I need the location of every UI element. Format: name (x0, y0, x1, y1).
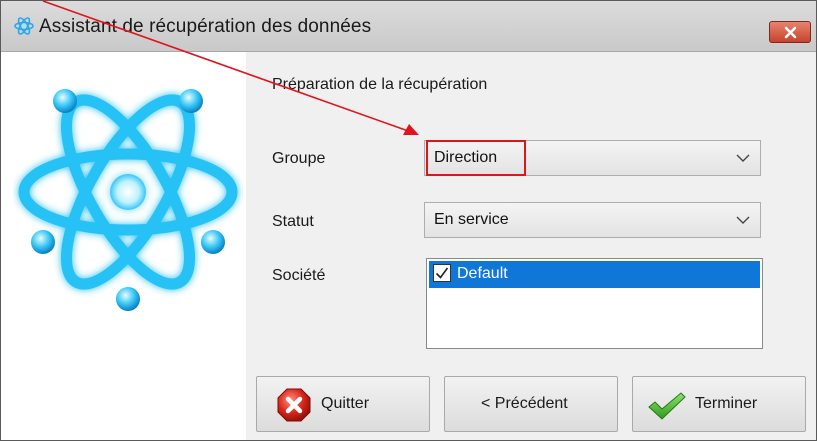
wizard-content: Préparation de la récupération Groupe Di… (246, 52, 816, 440)
societe-label: Société (272, 267, 326, 284)
checkmark-icon (435, 267, 449, 279)
close-icon (784, 26, 797, 39)
chevron-down-icon (736, 216, 750, 224)
step-heading: Préparation de la récupération (272, 76, 488, 93)
societe-listbox[interactable]: Default (426, 258, 763, 349)
error-x-icon (277, 388, 311, 422)
previous-button-label: < Précédent (481, 395, 568, 412)
quit-button[interactable]: Quitter (256, 376, 430, 432)
societe-checkbox[interactable] (433, 264, 451, 282)
chevron-down-icon (736, 154, 750, 162)
quit-button-label: Quitter (321, 395, 370, 412)
wizard-window: Assistant de récupération des données Pr… (0, 0, 817, 441)
statut-select-value: En service (434, 211, 509, 228)
side-panel (1, 52, 246, 440)
groupe-label: Groupe (272, 150, 326, 167)
groupe-select[interactable]: Direction (424, 140, 761, 176)
title-bar: Assistant de récupération des données (1, 1, 816, 52)
atom-logo-icon (18, 89, 238, 311)
atom-icon (13, 15, 35, 37)
statut-select[interactable]: En service (424, 202, 761, 238)
groupe-select-value: Direction (434, 149, 498, 166)
close-button[interactable] (769, 21, 811, 43)
window-title: Assistant de récupération des données (39, 16, 372, 37)
finish-button[interactable]: Terminer (632, 376, 806, 432)
list-item-label: Default (457, 265, 508, 282)
previous-button[interactable]: < Précédent (444, 376, 618, 432)
statut-label: Statut (272, 213, 314, 230)
list-item[interactable]: Default (429, 261, 760, 288)
finish-button-label: Terminer (695, 395, 758, 412)
checkmark-icon (648, 392, 686, 420)
